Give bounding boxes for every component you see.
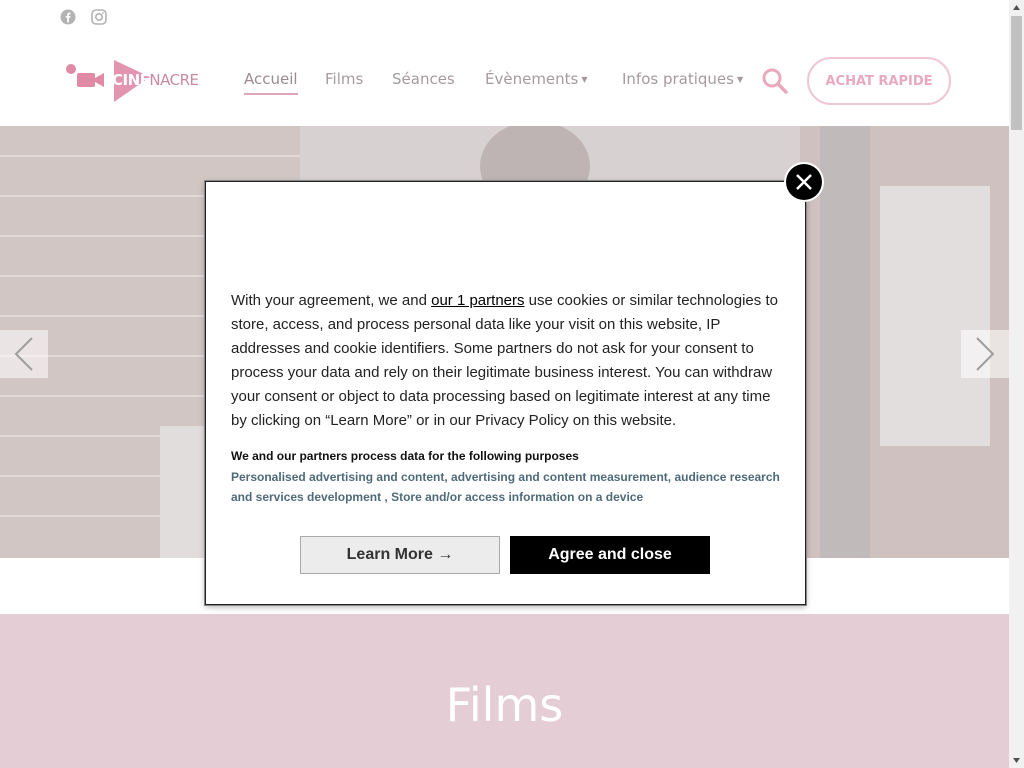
scroll-up-button[interactable] bbox=[1009, 0, 1024, 15]
nav-evenements-label: Évènements bbox=[485, 70, 579, 88]
agree-and-close-button[interactable]: Agree and close bbox=[510, 536, 710, 574]
purposes-title: We and our partners process data for the… bbox=[231, 449, 579, 463]
nav-seances[interactable]: Séances bbox=[392, 70, 455, 88]
achat-rapide-button[interactable]: ACHAT RAPIDE bbox=[807, 57, 951, 105]
facebook-icon[interactable] bbox=[60, 9, 76, 25]
nav-films[interactable]: Films bbox=[325, 70, 363, 88]
purposes-list: Personalised advertising and content, ad… bbox=[231, 470, 780, 504]
consent-text-before-link: With your agreement, we and bbox=[231, 292, 432, 309]
site-header: CINENACRE Accueil Films Séances Évènemen… bbox=[0, 0, 1009, 126]
slider-prev-button[interactable] bbox=[0, 330, 48, 378]
section-title: Films bbox=[445, 678, 564, 732]
scroll-down-button[interactable] bbox=[1009, 753, 1024, 768]
search-icon[interactable] bbox=[761, 67, 789, 95]
learn-more-button[interactable]: Learn More → bbox=[300, 536, 500, 574]
scroll-thumb[interactable] bbox=[1011, 16, 1022, 130]
instagram-icon[interactable] bbox=[91, 9, 107, 25]
scroll-down-arrow-icon bbox=[1013, 758, 1020, 763]
chevron-left-icon bbox=[14, 337, 33, 371]
nav-infos-pratiques[interactable]: Infos pratiques ▼ bbox=[622, 70, 743, 88]
logo-part-cine: CINE bbox=[112, 71, 150, 89]
chevron-down-icon: ▼ bbox=[736, 75, 744, 84]
close-icon bbox=[796, 174, 812, 190]
logo-part-nacre: NACRE bbox=[149, 71, 199, 89]
scroll-up-arrow-icon bbox=[1013, 5, 1020, 10]
slider-next-button[interactable] bbox=[961, 330, 1009, 378]
consent-text: With your agreement, we and our 1 partne… bbox=[231, 289, 787, 433]
films-section: Films bbox=[0, 614, 1009, 768]
logo-text: CINENACRE bbox=[100, 71, 199, 89]
social-links bbox=[60, 9, 107, 25]
consent-dialog: With your agreement, we and our 1 partne… bbox=[205, 181, 806, 605]
page-scrollbar[interactable] bbox=[1009, 0, 1024, 768]
close-dialog-button[interactable] bbox=[786, 164, 822, 200]
chevron-right-icon bbox=[976, 337, 995, 371]
consent-text-after-link: use cookies or similar technologies to s… bbox=[231, 292, 778, 429]
nav-infos-label: Infos pratiques bbox=[622, 70, 734, 88]
chevron-down-icon: ▼ bbox=[581, 75, 588, 84]
site-logo[interactable]: CINENACRE bbox=[64, 57, 209, 105]
nav-accueil[interactable]: Accueil bbox=[244, 70, 298, 95]
partners-link[interactable]: our 1 partners bbox=[431, 292, 524, 309]
nav-evenements[interactable]: Évènements ▼ bbox=[485, 70, 588, 88]
